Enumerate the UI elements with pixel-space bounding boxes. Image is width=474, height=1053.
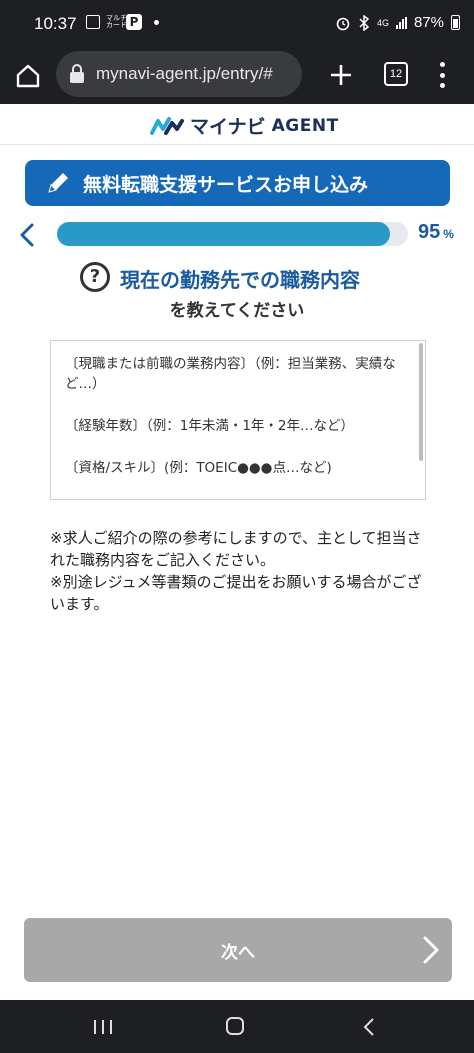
logo-mark-icon: [150, 116, 184, 135]
back-chevron-icon[interactable]: [16, 222, 38, 248]
status-time: 10:37: [34, 14, 77, 33]
battery-icon: [451, 15, 460, 30]
form-title: 無料転職支援サービスお申し込み: [83, 174, 369, 196]
more-menu-icon[interactable]: [438, 62, 446, 88]
lock-icon: [70, 64, 84, 83]
bluetooth-icon: [359, 14, 370, 31]
pencil-icon: [48, 173, 68, 193]
card-notification-icon: マルチ カード: [106, 14, 127, 29]
logo-text-jp: マイナビ: [190, 116, 266, 138]
placeholder-line: 〔資格/スキル〕(例：TOEIC●●●点…など): [65, 460, 332, 476]
help-icon: ?: [80, 262, 110, 292]
next-button-label: 次へ: [221, 943, 255, 963]
note-text: ※求人ご紹介の際の参考にしますので、主として担当された職務内容をご記入ください。: [50, 529, 422, 569]
signal-icon: [395, 16, 407, 29]
network-type: 4G: [376, 17, 389, 28]
url-text: mynavi-agent.jp/entry/#: [96, 64, 273, 83]
recents-icon[interactable]: [94, 1020, 112, 1034]
placeholder-line: 〔現職または前職の業務内容〕（例：担当業務、実績など…）: [65, 356, 396, 392]
next-button[interactable]: 次へ: [24, 918, 452, 982]
battery-percent: 87%: [413, 14, 444, 31]
textarea-placeholder: 〔現職または前職の業務内容〕（例：担当業務、実績など…） 〔経験年数〕（例：1年…: [65, 354, 405, 500]
system-navigation-bar: [0, 1000, 474, 1053]
question-subtitle: を教えてください: [169, 301, 305, 321]
note-text: ※別途レジュメ等書類のご提出をお願いする場合がございます。: [50, 573, 422, 613]
new-tab-icon[interactable]: [328, 62, 354, 88]
browser-toolbar: mynavi-agent.jp/entry/# 12: [0, 48, 474, 104]
gallery-icon: [86, 15, 100, 29]
progress-percent: 95%: [418, 221, 454, 243]
placeholder-line: 〔経験年数〕（例：1年未満・1年・2年…など）: [65, 418, 355, 434]
back-nav-icon[interactable]: [362, 1017, 376, 1037]
job-description-textarea[interactable]: 〔現職または前職の業務内容〕（例：担当業務、実績など…） 〔経験年数〕（例：1年…: [50, 340, 426, 500]
address-bar[interactable]: mynavi-agent.jp/entry/#: [56, 51, 302, 97]
logo-text-en: AGENT: [271, 115, 339, 136]
home-icon[interactable]: [14, 62, 42, 90]
mynavi-agent-logo[interactable]: マイナビ AGENT: [150, 112, 339, 139]
progress-bar-fill: [57, 222, 391, 246]
textarea-scrollbar[interactable]: [419, 343, 423, 461]
form-title-banner: 無料転職支援サービスお申し込み: [25, 160, 450, 206]
tab-switcher-button[interactable]: 12: [384, 62, 408, 86]
status-bar: 10:37 マルチ カード P 4G 87%: [0, 0, 474, 48]
question-title: 現在の勤務先での職務内容: [120, 268, 360, 292]
site-header: マイナビ AGENT: [0, 104, 474, 145]
chevron-right-icon: [423, 936, 439, 964]
more-notifications-dot: [154, 19, 159, 25]
parking-icon: P: [126, 14, 142, 30]
home-nav-icon[interactable]: [226, 1017, 244, 1035]
progress-bar: [57, 222, 408, 246]
notes: ※求人ご紹介の際の参考にしますので、主として担当された職務内容をご記入ください。…: [50, 527, 430, 615]
alarm-icon: [336, 17, 350, 30]
